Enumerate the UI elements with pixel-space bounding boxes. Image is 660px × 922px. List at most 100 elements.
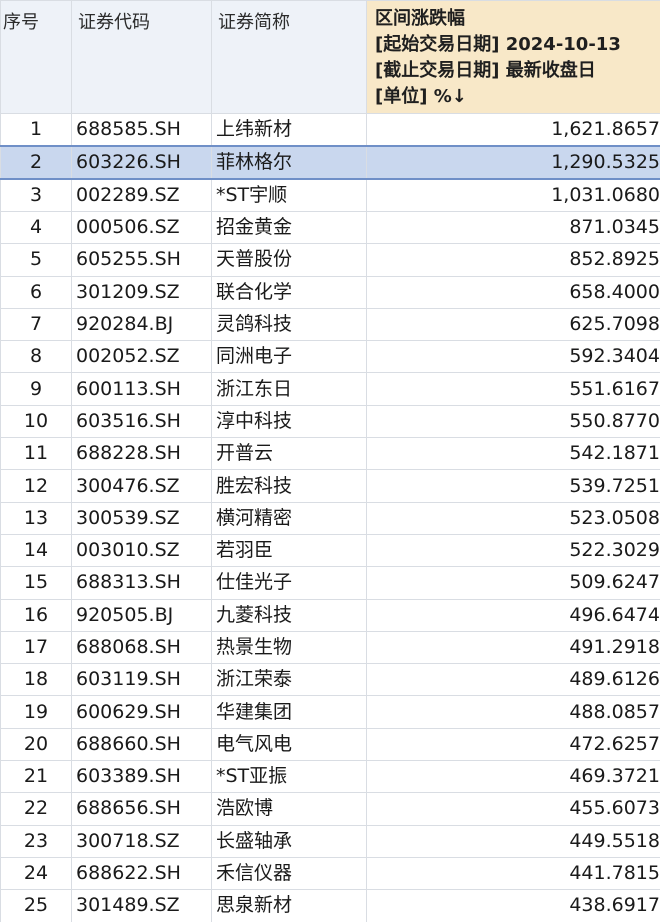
row-name-cell[interactable]: 同洲电子: [211, 340, 367, 374]
row-code-cell[interactable]: 920505.BJ: [71, 598, 212, 632]
row-name-cell[interactable]: 仕佳光子: [211, 566, 367, 600]
row-name-cell[interactable]: 电气风电: [211, 727, 367, 762]
row-name-cell[interactable]: 胜宏科技: [211, 469, 367, 503]
table-row[interactable]: 15 688313.SH 仕佳光子 509.6247: [0, 566, 660, 600]
table-row[interactable]: 23 300718.SZ 长盛轴承 449.5518: [0, 824, 660, 858]
table-row[interactable]: 20 688660.SH 电气风电 472.6257: [0, 727, 660, 762]
row-range-change-cell[interactable]: 472.6257: [366, 727, 660, 762]
row-range-change-cell[interactable]: 550.8770: [366, 404, 660, 439]
row-name-cell[interactable]: 菲林格尔: [211, 145, 367, 180]
row-range-change-cell[interactable]: 441.7815: [366, 856, 660, 891]
row-seq-cell[interactable]: 2: [0, 145, 72, 180]
row-name-cell[interactable]: 天普股份: [211, 243, 367, 277]
table-row[interactable]: 25 301489.SZ 思泉新材 438.6917: [0, 889, 660, 922]
table-row[interactable]: 11 688228.SH 开普云 542.1871: [0, 437, 660, 471]
row-range-change-cell[interactable]: 592.3404: [366, 340, 660, 374]
table-row[interactable]: 5 605255.SH 天普股份 852.8925: [0, 243, 660, 277]
row-range-change-cell[interactable]: 496.6474: [366, 598, 660, 632]
row-code-cell[interactable]: 301489.SZ: [71, 889, 212, 922]
row-seq-cell[interactable]: 23: [0, 824, 72, 858]
row-seq-cell[interactable]: 6: [0, 275, 72, 309]
row-code-cell[interactable]: 003010.SZ: [71, 533, 212, 568]
table-row[interactable]: 4 000506.SZ 招金黄金 871.0345: [0, 210, 660, 245]
header-range-change[interactable]: 区间涨跌幅 [起始交易日期] 2024-10-13 [截止交易日期] 最新收盘日…: [366, 0, 660, 114]
table-row[interactable]: 14 003010.SZ 若羽臣 522.3029: [0, 533, 660, 568]
row-range-change-cell[interactable]: 523.0508: [366, 501, 660, 535]
row-name-cell[interactable]: 上纬新材: [211, 113, 367, 147]
row-seq-cell[interactable]: 13: [0, 501, 72, 535]
row-seq-cell[interactable]: 10: [0, 404, 72, 439]
row-code-cell[interactable]: 688660.SH: [71, 727, 212, 762]
row-range-change-cell[interactable]: 1,031.0680: [366, 178, 660, 212]
row-range-change-cell[interactable]: 539.7251: [366, 469, 660, 503]
row-code-cell[interactable]: 688068.SH: [71, 630, 212, 665]
row-range-change-cell[interactable]: 488.0857: [366, 695, 660, 729]
row-seq-cell[interactable]: 17: [0, 630, 72, 665]
row-code-cell[interactable]: 300718.SZ: [71, 824, 212, 858]
row-name-cell[interactable]: 浩欧博: [211, 792, 367, 826]
row-code-cell[interactable]: 002289.SZ: [71, 178, 212, 212]
row-seq-cell[interactable]: 19: [0, 695, 72, 729]
row-seq-cell[interactable]: 4: [0, 210, 72, 245]
row-range-change-cell[interactable]: 852.8925: [366, 243, 660, 277]
table-row[interactable]: 12 300476.SZ 胜宏科技 539.7251: [0, 469, 660, 503]
row-seq-cell[interactable]: 15: [0, 566, 72, 600]
row-code-cell[interactable]: 688585.SH: [71, 113, 212, 147]
row-name-cell[interactable]: 华建集团: [211, 695, 367, 729]
row-code-cell[interactable]: 688228.SH: [71, 437, 212, 471]
row-name-cell[interactable]: 招金黄金: [211, 210, 367, 245]
row-name-cell[interactable]: 若羽臣: [211, 533, 367, 568]
row-range-change-cell[interactable]: 1,621.8657: [366, 113, 660, 147]
row-seq-cell[interactable]: 14: [0, 533, 72, 568]
table-row[interactable]: 21 603389.SH *ST亚振 469.3721: [0, 760, 660, 794]
row-code-cell[interactable]: 603516.SH: [71, 404, 212, 439]
row-code-cell[interactable]: 600629.SH: [71, 695, 212, 729]
table-row[interactable]: 9 600113.SH 浙江东日 551.6167: [0, 372, 660, 406]
table-row[interactable]: 10 603516.SH 淳中科技 550.8770: [0, 404, 660, 439]
row-name-cell[interactable]: 灵鸽科技: [211, 307, 367, 342]
table-row[interactable]: 1 688585.SH 上纬新材 1,621.8657: [0, 113, 660, 147]
row-code-cell[interactable]: 688656.SH: [71, 792, 212, 826]
row-seq-cell[interactable]: 5: [0, 243, 72, 277]
row-seq-cell[interactable]: 21: [0, 760, 72, 794]
row-range-change-cell[interactable]: 551.6167: [366, 372, 660, 406]
row-seq-cell[interactable]: 1: [0, 113, 72, 147]
row-range-change-cell[interactable]: 491.2918: [366, 630, 660, 665]
row-seq-cell[interactable]: 11: [0, 437, 72, 471]
row-name-cell[interactable]: 浙江荣泰: [211, 663, 367, 697]
row-name-cell[interactable]: 九菱科技: [211, 598, 367, 632]
row-range-change-cell[interactable]: 449.5518: [366, 824, 660, 858]
row-range-change-cell[interactable]: 522.3029: [366, 533, 660, 568]
table-row[interactable]: 3 002289.SZ *ST宇顺 1,031.0680: [0, 178, 660, 212]
table-row[interactable]: 6 301209.SZ 联合化学 658.4000: [0, 275, 660, 309]
row-name-cell[interactable]: 淳中科技: [211, 404, 367, 439]
table-row[interactable]: 13 300539.SZ 横河精密 523.0508: [0, 501, 660, 535]
row-code-cell[interactable]: 301209.SZ: [71, 275, 212, 309]
table-row[interactable]: 2 603226.SH 菲林格尔 1,290.5325: [0, 145, 660, 180]
row-name-cell[interactable]: *ST亚振: [211, 760, 367, 794]
row-range-change-cell[interactable]: 871.0345: [366, 210, 660, 245]
row-seq-cell[interactable]: 20: [0, 727, 72, 762]
row-name-cell[interactable]: 长盛轴承: [211, 824, 367, 858]
table-row[interactable]: 19 600629.SH 华建集团 488.0857: [0, 695, 660, 729]
row-range-change-cell[interactable]: 469.3721: [366, 760, 660, 794]
table-row[interactable]: 24 688622.SH 禾信仪器 441.7815: [0, 856, 660, 891]
row-range-change-cell[interactable]: 455.6073: [366, 792, 660, 826]
row-name-cell[interactable]: 浙江东日: [211, 372, 367, 406]
row-range-change-cell[interactable]: 489.6126: [366, 663, 660, 697]
row-code-cell[interactable]: 300539.SZ: [71, 501, 212, 535]
row-seq-cell[interactable]: 9: [0, 372, 72, 406]
row-name-cell[interactable]: 开普云: [211, 437, 367, 471]
row-range-change-cell[interactable]: 509.6247: [366, 566, 660, 600]
row-range-change-cell[interactable]: 625.7098: [366, 307, 660, 342]
table-row[interactable]: 17 688068.SH 热景生物 491.2918: [0, 630, 660, 665]
row-code-cell[interactable]: 688622.SH: [71, 856, 212, 891]
row-seq-cell[interactable]: 3: [0, 178, 72, 212]
row-seq-cell[interactable]: 22: [0, 792, 72, 826]
header-code[interactable]: 证券代码: [71, 0, 212, 114]
row-name-cell[interactable]: *ST宇顺: [211, 178, 367, 212]
row-code-cell[interactable]: 603389.SH: [71, 760, 212, 794]
row-range-change-cell[interactable]: 542.1871: [366, 437, 660, 471]
row-range-change-cell[interactable]: 1,290.5325: [366, 145, 660, 180]
row-name-cell[interactable]: 热景生物: [211, 630, 367, 665]
